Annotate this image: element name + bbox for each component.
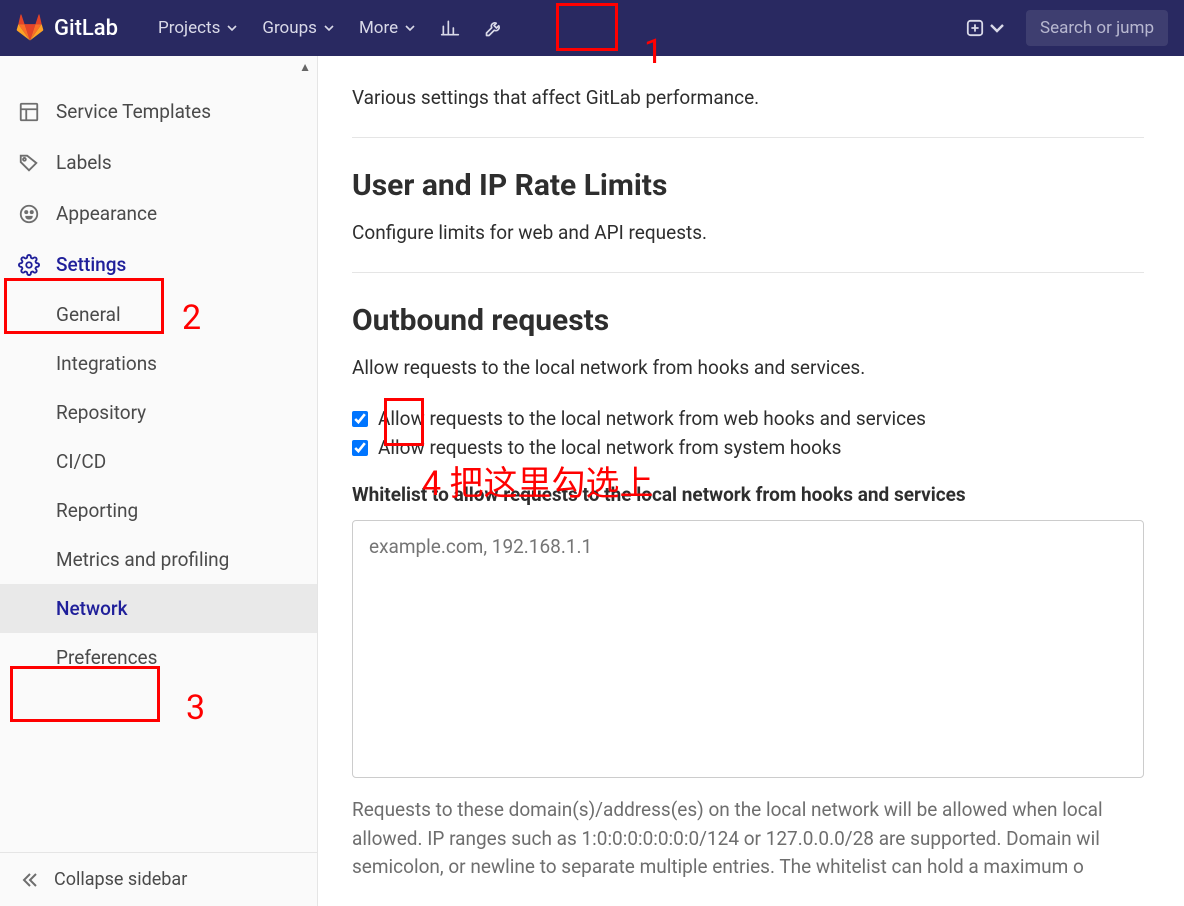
- search-input[interactable]: Search or jump: [1026, 10, 1168, 46]
- whitelist-textarea[interactable]: [352, 520, 1144, 778]
- sidebar-sub-network[interactable]: Network: [0, 584, 317, 633]
- sidebar-sub-metrics[interactable]: Metrics and profiling: [0, 535, 317, 584]
- appearance-icon: [18, 203, 40, 225]
- divider: [352, 137, 1144, 138]
- chevron-down-icon: [226, 22, 238, 34]
- outbound-title: Outbound requests: [352, 303, 1144, 338]
- sidebar-item-labels[interactable]: Labels: [0, 137, 317, 188]
- sidebar-item-appearance[interactable]: Appearance: [0, 188, 317, 239]
- divider: [352, 272, 1144, 273]
- sidebar-sub-preferences[interactable]: Preferences: [0, 633, 317, 682]
- nav-projects[interactable]: Projects: [146, 12, 250, 44]
- scroll-up-icon[interactable]: ▲: [299, 60, 311, 74]
- rate-limits-title: User and IP Rate Limits: [352, 168, 1144, 203]
- nav-groups[interactable]: Groups: [250, 12, 347, 44]
- outbound-desc: Allow requests to the local network from…: [352, 356, 1144, 379]
- checkbox-allow-web-hooks-input[interactable]: [352, 411, 368, 427]
- nav-more[interactable]: More: [347, 12, 428, 44]
- plus-box-icon: [966, 19, 984, 37]
- sidebar-sub-repository[interactable]: Repository: [0, 388, 317, 437]
- performance-desc: Various settings that affect GitLab perf…: [352, 86, 1144, 109]
- nav-admin[interactable]: [472, 12, 516, 44]
- whitelist-help: Requests to these domain(s)/address(es) …: [352, 796, 1144, 882]
- bar-chart-icon: [440, 18, 460, 38]
- admin-sidebar: ▲ Service Templates Labels Appearance Se…: [0, 56, 318, 906]
- nav-activity[interactable]: [428, 12, 472, 44]
- sidebar-sub-general[interactable]: General: [0, 290, 317, 339]
- top-navbar: GitLab Projects Groups More Search or ju…: [0, 0, 1184, 56]
- template-icon: [18, 101, 40, 123]
- chevron-double-left-icon: [20, 870, 40, 890]
- brand-title: GitLab: [54, 16, 118, 41]
- nav-create[interactable]: [958, 15, 1014, 41]
- chevron-down-icon: [323, 22, 335, 34]
- label-icon: [18, 152, 40, 174]
- sidebar-item-settings[interactable]: Settings: [0, 239, 317, 290]
- sidebar-sub-integrations[interactable]: Integrations: [0, 339, 317, 388]
- main-content: Various settings that affect GitLab perf…: [318, 56, 1184, 906]
- sidebar-sub-cicd[interactable]: CI/CD: [0, 437, 317, 486]
- chevron-down-icon: [988, 19, 1006, 37]
- checkbox-allow-web-hooks[interactable]: Allow requests to the local network from…: [352, 407, 1144, 430]
- gitlab-logo-icon: [16, 14, 44, 42]
- chevron-down-icon: [404, 22, 416, 34]
- checkbox-allow-system-hooks-input[interactable]: [352, 440, 368, 456]
- rate-limits-desc: Configure limits for web and API request…: [352, 221, 1144, 244]
- sidebar-item-service-templates[interactable]: Service Templates: [0, 86, 317, 137]
- collapse-sidebar-button[interactable]: Collapse sidebar: [0, 852, 317, 906]
- checkbox-allow-system-hooks[interactable]: Allow requests to the local network from…: [352, 436, 1144, 459]
- wrench-icon: [484, 18, 504, 38]
- whitelist-label: Whitelist to allow requests to the local…: [352, 483, 1144, 506]
- gear-icon: [18, 254, 40, 276]
- brand[interactable]: GitLab: [16, 14, 118, 42]
- sidebar-sub-reporting[interactable]: Reporting: [0, 486, 317, 535]
